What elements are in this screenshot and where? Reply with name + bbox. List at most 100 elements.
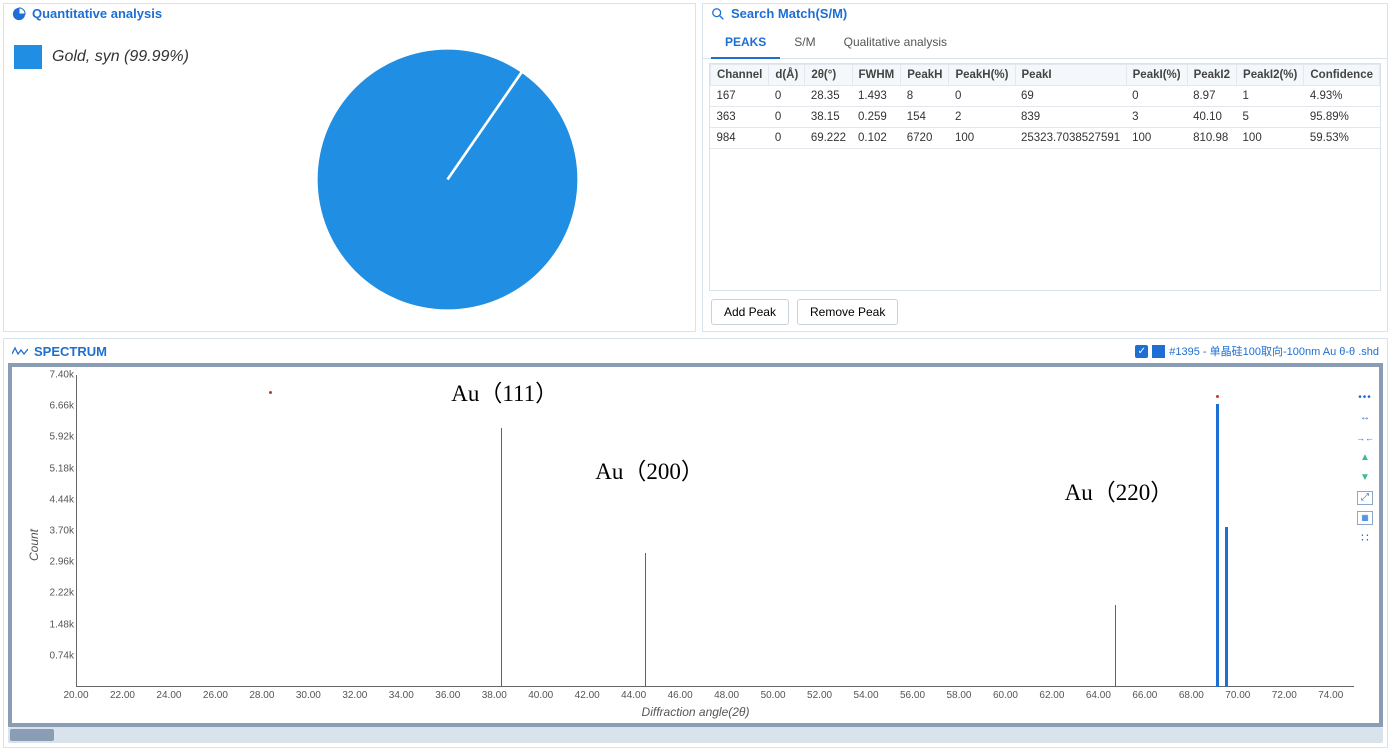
cell-PeakH: 6720 bbox=[901, 128, 949, 149]
tab-peaks[interactable]: PEAKS bbox=[711, 27, 780, 59]
col-6[interactable]: PeakI bbox=[1015, 65, 1126, 86]
pie-chart[interactable] bbox=[315, 47, 580, 312]
col-0[interactable]: Channel bbox=[710, 65, 768, 86]
x-tick: 64.00 bbox=[1086, 690, 1111, 701]
swatch-icon bbox=[14, 45, 42, 69]
y-tick: 2.96k bbox=[34, 557, 74, 568]
apps-icon[interactable]: ∷ bbox=[1357, 531, 1373, 545]
tab-sm[interactable]: S/M bbox=[780, 27, 829, 58]
cell-PeakH: 8 bbox=[901, 86, 949, 107]
cell-FWHM: 0.259 bbox=[852, 107, 901, 128]
peak-marker-dot bbox=[269, 391, 272, 394]
y-tick: 3.70k bbox=[34, 526, 74, 537]
cell-PeakI: 25323.7038527591 bbox=[1015, 128, 1126, 149]
x-tick: 56.00 bbox=[900, 690, 925, 701]
peaks-table-wrap[interactable]: Channeld(Å)2θ(°)FWHMPeakHPeakH(%)PeakIPe… bbox=[709, 63, 1381, 291]
cell-PeakI2_pct: 5 bbox=[1237, 107, 1304, 128]
y-tick: 5.92k bbox=[34, 432, 74, 443]
x-tick: 32.00 bbox=[342, 690, 367, 701]
x-tick: 66.00 bbox=[1132, 690, 1157, 701]
quant-header: Quantitative analysis bbox=[4, 4, 695, 27]
col-3[interactable]: FWHM bbox=[852, 65, 901, 86]
cell-PeakH_pct: 0 bbox=[949, 86, 1015, 107]
spectrum-plot-area[interactable]: Count Diffraction angle(2θ) ••• ↔ →← ▲ ▼… bbox=[8, 363, 1383, 727]
search-match-panel: Search Match(S/M) PEAKS S/M Qualitative … bbox=[702, 3, 1388, 332]
col-5[interactable]: PeakH(%) bbox=[949, 65, 1015, 86]
x-tick: 30.00 bbox=[296, 690, 321, 701]
expand-h-icon[interactable]: ↔ bbox=[1357, 411, 1373, 425]
x-tick: 52.00 bbox=[807, 690, 832, 701]
spectrum-panel: SPECTRUM ✓ #1395 - 单晶硅100取向-100nm Au θ-θ… bbox=[3, 338, 1388, 748]
spectrum-peak bbox=[645, 553, 646, 687]
col-1[interactable]: d(Å) bbox=[769, 65, 805, 86]
spectrum-file-toggle[interactable]: ✓ #1395 - 单晶硅100取向-100nm Au θ-θ .shd bbox=[1135, 343, 1379, 359]
col-10[interactable]: Confidence bbox=[1304, 65, 1380, 86]
y-tick: 5.18k bbox=[34, 463, 74, 474]
spectrum-peak bbox=[501, 428, 502, 687]
col-9[interactable]: PeakI2(%) bbox=[1237, 65, 1304, 86]
x-tick: 26.00 bbox=[203, 690, 228, 701]
search-title: Search Match(S/M) bbox=[731, 6, 847, 21]
cell-two_theta: 28.35 bbox=[805, 86, 852, 107]
x-tick: 20.00 bbox=[63, 690, 88, 701]
spectrum-title: SPECTRUM bbox=[34, 344, 107, 359]
arrow-up-icon[interactable]: ▲ bbox=[1357, 451, 1373, 465]
x-tick: 74.00 bbox=[1318, 690, 1343, 701]
collapse-h-icon[interactable]: →← bbox=[1357, 431, 1373, 445]
spectrum-peak bbox=[1216, 404, 1219, 687]
cell-FWHM: 0.102 bbox=[852, 128, 901, 149]
legend-label: Gold, syn (99.99%) bbox=[52, 48, 189, 66]
spectrum-hscrollbar[interactable] bbox=[8, 727, 1383, 743]
table-row[interactable]: 363038.150.2591542839340.10595.89% bbox=[710, 107, 1379, 128]
cell-PeakI_pct: 3 bbox=[1126, 107, 1187, 128]
x-tick: 24.00 bbox=[156, 690, 181, 701]
cell-d: 0 bbox=[769, 107, 805, 128]
cell-PeakI2_pct: 100 bbox=[1237, 128, 1304, 149]
quant-legend-item[interactable]: Gold, syn (99.99%) bbox=[14, 35, 189, 69]
col-4[interactable]: PeakH bbox=[901, 65, 949, 86]
peak-annotation: Au（200） bbox=[595, 452, 704, 486]
cell-PeakI_pct: 0 bbox=[1126, 86, 1187, 107]
cell-two_theta: 38.15 bbox=[805, 107, 852, 128]
cell-Confidence: 59.53% bbox=[1304, 128, 1380, 149]
peak-annotation: Au（220） bbox=[1065, 473, 1174, 507]
x-tick: 60.00 bbox=[993, 690, 1018, 701]
col-7[interactable]: PeakI(%) bbox=[1126, 65, 1187, 86]
x-axis-label: Diffraction angle(2θ) bbox=[12, 705, 1379, 719]
table-row[interactable]: 984069.2220.102672010025323.703852759110… bbox=[710, 128, 1379, 149]
y-tick: 0.74k bbox=[34, 650, 74, 661]
x-tick: 40.00 bbox=[528, 690, 553, 701]
col-2[interactable]: 2θ(°) bbox=[805, 65, 852, 86]
x-tick: 50.00 bbox=[761, 690, 786, 701]
cell-PeakI2: 810.98 bbox=[1187, 128, 1236, 149]
scrollbar-thumb[interactable] bbox=[10, 729, 54, 741]
search-tabs: PEAKS S/M Qualitative analysis bbox=[703, 27, 1387, 59]
cell-Channel: 167 bbox=[710, 86, 768, 107]
fullscreen-icon[interactable]: ⤢ bbox=[1357, 491, 1373, 505]
table-row[interactable]: 167028.351.493806908.9714.93% bbox=[710, 86, 1379, 107]
magnifier-icon bbox=[711, 7, 725, 21]
x-tick: 44.00 bbox=[621, 690, 646, 701]
cell-PeakI_pct: 100 bbox=[1126, 128, 1187, 149]
cell-d: 0 bbox=[769, 128, 805, 149]
x-tick: 28.00 bbox=[249, 690, 274, 701]
x-tick: 42.00 bbox=[575, 690, 600, 701]
spectrum-file-label: #1395 - 单晶硅100取向-100nm Au θ-θ .shd bbox=[1169, 343, 1379, 359]
add-peak-button[interactable]: Add Peak bbox=[711, 299, 789, 325]
cell-d: 0 bbox=[769, 86, 805, 107]
y-tick: 7.40k bbox=[34, 370, 74, 381]
tab-qualitative[interactable]: Qualitative analysis bbox=[830, 27, 961, 58]
cell-Confidence: 4.93% bbox=[1304, 86, 1380, 107]
spectrum-header: SPECTRUM ✓ #1395 - 单晶硅100取向-100nm Au θ-θ… bbox=[4, 339, 1387, 363]
x-tick: 36.00 bbox=[435, 690, 460, 701]
grid-icon[interactable]: ▦ bbox=[1357, 511, 1373, 525]
more-icon[interactable]: ••• bbox=[1357, 391, 1373, 405]
cell-PeakH_pct: 2 bbox=[949, 107, 1015, 128]
quantitative-analysis-panel: Quantitative analysis Gold, syn (99.99%) bbox=[3, 3, 696, 332]
y-tick: 4.44k bbox=[34, 494, 74, 505]
col-8[interactable]: PeakI2 bbox=[1187, 65, 1236, 86]
check-icon: ✓ bbox=[1135, 345, 1148, 358]
arrow-down-icon[interactable]: ▼ bbox=[1357, 471, 1373, 485]
cell-PeakI2_pct: 1 bbox=[1237, 86, 1304, 107]
remove-peak-button[interactable]: Remove Peak bbox=[797, 299, 898, 325]
